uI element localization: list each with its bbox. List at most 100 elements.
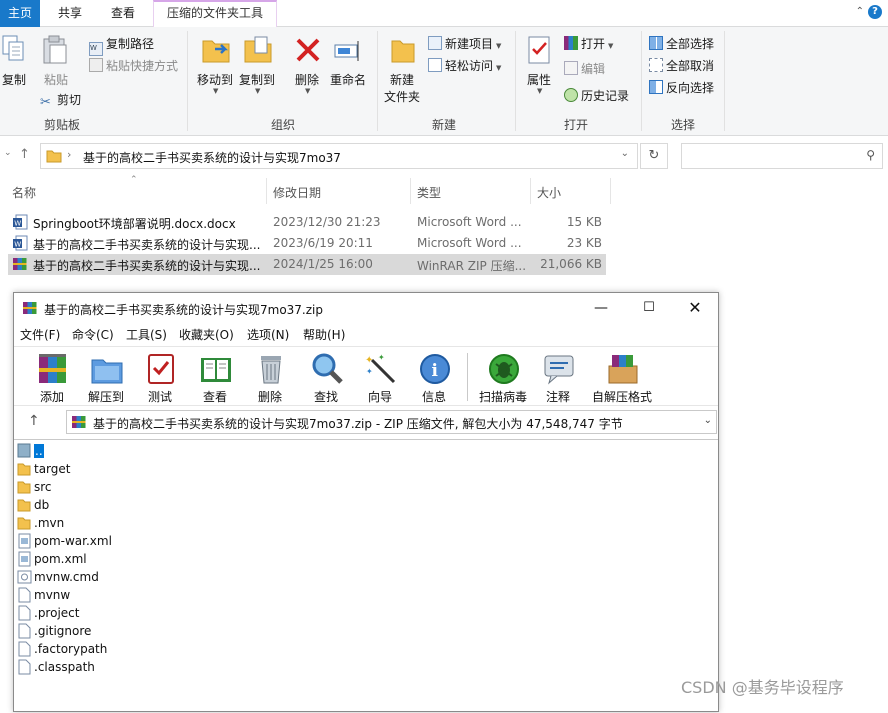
new-item-button[interactable]: 新建项目 ▼: [428, 35, 501, 52]
properties-label: 属性: [527, 73, 552, 87]
menu-favorites[interactable]: 收藏夹(O): [179, 326, 234, 343]
paste-button[interactable]: 粘贴: [42, 35, 70, 95]
collapse-ribbon-icon[interactable]: ⌃: [856, 6, 864, 17]
open-label: 打开: [581, 37, 606, 51]
column-divider[interactable]: [530, 178, 531, 204]
file-name: 基于的高校二手书买卖系统的设计与实现...: [33, 238, 261, 252]
copy-button[interactable]: 复制: [2, 35, 28, 95]
menu-file[interactable]: 文件(F): [20, 326, 60, 343]
winrar-title-bar[interactable]: 基于的高校二手书买卖系统的设计与实现7mo37.zip — ☐ ✕: [14, 293, 718, 324]
select-all-button[interactable]: 全部选择: [649, 35, 714, 52]
toolbar-comment-button[interactable]: 注释: [532, 350, 584, 404]
word-doc-icon: W: [13, 214, 28, 230]
select-none-button[interactable]: 全部取消: [649, 57, 714, 74]
toolbar-sfx-button[interactable]: 自解压格式: [592, 350, 652, 404]
invert-selection-button[interactable]: 反向选择: [649, 79, 714, 96]
folder-icon: [17, 499, 31, 512]
add-archive-icon: [39, 354, 66, 383]
select-none-icon: [649, 58, 663, 72]
column-type[interactable]: 类型: [417, 184, 441, 201]
copy-to-icon: [244, 36, 272, 63]
svg-text:i: i: [432, 361, 439, 381]
tab-share[interactable]: 共享: [48, 0, 92, 27]
sort-ascending-icon: ⌃: [130, 175, 138, 185]
archive-item-name: src: [34, 480, 52, 494]
new-folder-button[interactable]: 新建 文件夹: [384, 35, 424, 111]
clipboard-group-label: 剪贴板: [44, 118, 81, 132]
help-icon[interactable]: ?: [868, 5, 882, 19]
toolbar-extract-to-button[interactable]: 解压到: [80, 350, 132, 404]
new-folder-icon: [391, 40, 415, 63]
copy-path-button[interactable]: W 复制路径: [89, 35, 154, 56]
column-divider[interactable]: [266, 178, 267, 204]
new-folder-label-1: 新建: [390, 73, 415, 87]
trash-can-icon: [261, 356, 281, 384]
virus-scan-bug-icon: [489, 354, 519, 384]
folder-icon: [46, 150, 62, 163]
maximize-icon[interactable]: ☐: [634, 297, 664, 319]
new-item-label: 新建项目: [445, 37, 494, 51]
column-name[interactable]: 名称: [12, 184, 36, 201]
winrar-path-row: ↑ 基于的高校二手书买卖系统的设计与实现7mo37.zip - ZIP 压缩文件…: [14, 407, 718, 437]
column-divider[interactable]: [610, 178, 611, 204]
ribbon-divider: [724, 31, 725, 131]
file-row-selected[interactable]: 基于的高校二手书买卖系统的设计与实现... 2024/1/25 16:00 Wi…: [8, 254, 606, 275]
easy-access-button[interactable]: 轻松访问 ▼: [428, 57, 501, 74]
file-date: 2023/6/19 20:11: [273, 236, 373, 250]
toolbar-add-button[interactable]: 添加: [26, 350, 78, 404]
file-row[interactable]: W Springboot环境部署说明.docx.docx 2023/12/30 …: [8, 212, 606, 233]
column-date[interactable]: 修改日期: [273, 184, 321, 201]
rename-button[interactable]: 重命名: [330, 35, 370, 95]
properties-button[interactable]: 属性 ▼: [526, 35, 554, 105]
search-input[interactable]: ⚲: [681, 143, 883, 169]
tab-view[interactable]: 查看: [100, 0, 146, 27]
close-icon[interactable]: ✕: [680, 297, 710, 319]
info-icon: i: [420, 354, 450, 384]
history-button[interactable]: 历史记录: [564, 87, 629, 104]
column-divider[interactable]: [410, 178, 411, 204]
toolbar-view-button[interactable]: 查看: [189, 350, 241, 404]
svg-text:✦: ✦: [378, 353, 385, 362]
toolbar-info-button[interactable]: i 信息: [408, 350, 460, 404]
recent-locations-chevron-icon[interactable]: ⌄: [4, 148, 12, 158]
menu-options[interactable]: 选项(N): [247, 326, 289, 343]
tab-compressed-folder-tools[interactable]: 压缩的文件夹工具: [153, 0, 277, 27]
menu-help[interactable]: 帮助(H): [303, 326, 345, 343]
refresh-button[interactable]: ↻: [640, 143, 668, 169]
toolbar-test-button[interactable]: 测试: [134, 350, 186, 404]
file-row[interactable]: W 基于的高校二手书买卖系统的设计与实现... 2023/6/19 20:11 …: [8, 233, 606, 254]
winrar-path-combobox[interactable]: 基于的高校二手书买卖系统的设计与实现7mo37.zip - ZIP 压缩文件, …: [66, 410, 717, 434]
edit-button[interactable]: 编辑: [564, 60, 605, 77]
address-dropdown-icon[interactable]: ⌄: [621, 148, 629, 159]
column-size[interactable]: 大小: [537, 184, 561, 201]
select-all-icon: [649, 36, 663, 50]
cut-button[interactable]: ✂ 剪切: [40, 91, 81, 110]
toolbar-find-button[interactable]: 查找: [300, 350, 352, 404]
move-to-button[interactable]: 移动到 ▼: [197, 35, 237, 95]
paste-shortcut-button[interactable]: 粘贴快捷方式: [89, 57, 178, 74]
toolbar-wizard-button[interactable]: ✦ ✦ ✦ 向导: [354, 350, 406, 404]
tab-home[interactable]: 主页: [0, 0, 40, 27]
file-icon: [18, 605, 31, 621]
file-icon: [18, 641, 31, 657]
delete-button[interactable]: 删除 ▼: [293, 35, 321, 95]
menu-tools[interactable]: 工具(S): [126, 326, 167, 343]
winrar-archive-icon: [13, 258, 27, 270]
up-one-level-icon[interactable]: ↑: [28, 413, 40, 429]
menu-commands[interactable]: 命令(C): [72, 326, 114, 343]
minimize-icon[interactable]: —: [586, 297, 616, 319]
archive-item-name: .factorypath: [34, 642, 108, 656]
toolbar-delete-button[interactable]: 删除: [244, 350, 296, 404]
winrar-path-text: 基于的高校二手书买卖系统的设计与实现7mo37.zip - ZIP 压缩文件, …: [93, 417, 623, 431]
paste-shortcut-label: 粘贴快捷方式: [106, 59, 179, 73]
winrar-toolbar: 添加 解压到 测试 查看 删除 查找 ✦ ✦ ✦ 向导 i 信息 扫描病毒 注释…: [14, 346, 718, 406]
up-arrow-icon[interactable]: ↑: [19, 147, 30, 162]
open-button[interactable]: 打开 ▼: [564, 35, 613, 52]
path-dropdown-icon[interactable]: ⌄: [704, 415, 712, 426]
address-bar[interactable]: › 基于的高校二手书买卖系统的设计与实现7mo37 ⌄: [40, 143, 638, 169]
folder-icon: [17, 517, 31, 530]
archive-item-name: pom.xml: [34, 552, 87, 566]
copy-to-button[interactable]: 复制到 ▼: [239, 35, 279, 95]
winrar-window: 基于的高校二手书买卖系统的设计与实现7mo37.zip — ☐ ✕ 文件(F) …: [13, 292, 719, 712]
toolbar-scan-virus-button[interactable]: 扫描病毒: [477, 350, 529, 404]
